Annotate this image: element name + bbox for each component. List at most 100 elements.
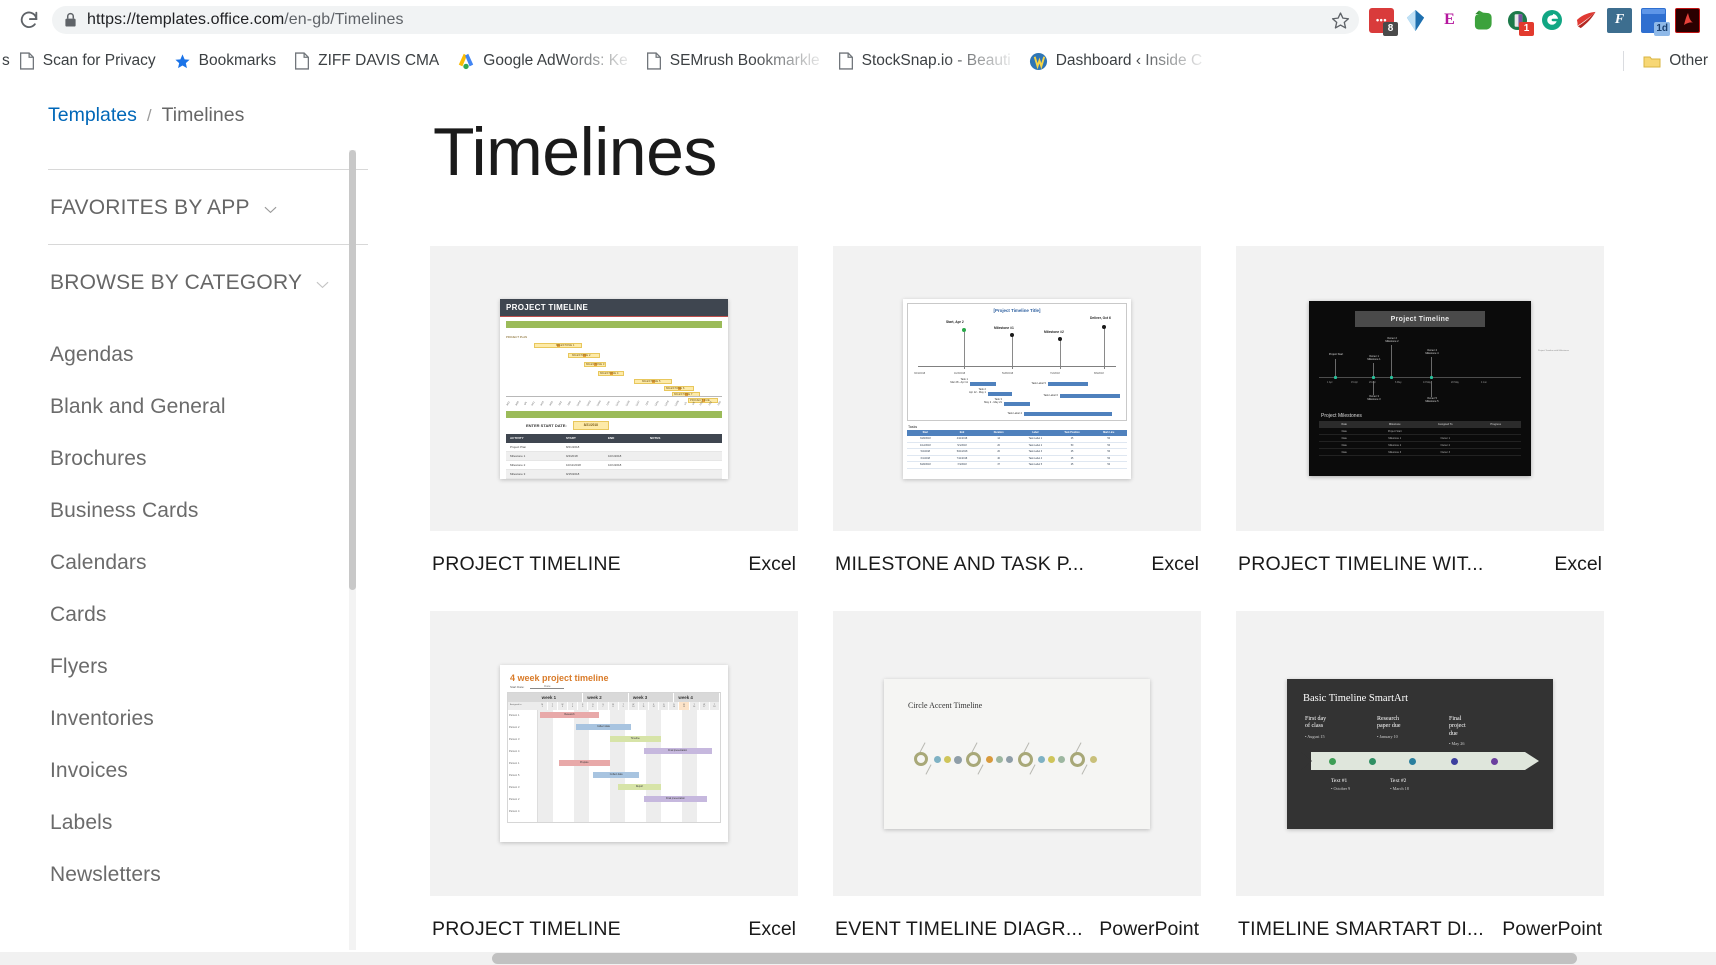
art-table-row: Date Milestone 3 Owner 3 [1319, 449, 1521, 456]
bookmark-other-folder[interactable]: Other [1634, 48, 1710, 74]
template-card-circle-accent-timeline[interactable]: Circle Accent Timeline EVENT TIMELINE DI… [833, 611, 1201, 941]
address-bar[interactable]: https://templates.office.com/en-gb/Timel… [52, 6, 1359, 34]
art-row-label: Person 3 [509, 737, 520, 741]
sidebar-item-agendas[interactable]: Agendas [48, 329, 430, 381]
card-title[interactable]: EVENT TIMELINE DIAGR... [835, 918, 1083, 941]
grammarly-extension-icon[interactable] [1539, 8, 1564, 33]
chevron-down-icon [264, 206, 277, 214]
bookmark-label: ZIFF DAVIS CMA [318, 52, 440, 69]
card-app-label: Excel [1151, 553, 1199, 575]
adwords-icon [459, 53, 474, 70]
bookmark-label: Scan for Privacy [42, 52, 156, 69]
template-card-project-timeline-dark[interactable]: Project Timeline Project Start Owner 1 Mi… [1236, 246, 1604, 576]
sidebar-item-calendars[interactable]: Calendars [48, 537, 430, 589]
adblock-extension-icon[interactable]: ••• 8 [1369, 7, 1398, 36]
bookmark-scan-for-privacy[interactable]: Scan for Privacy [10, 48, 165, 74]
art-date: 4/23/2018 [954, 371, 966, 375]
bookmark-bookmarks[interactable]: Bookmarks [165, 48, 286, 74]
art-title: Project Timeline [1355, 311, 1485, 327]
card-title[interactable]: PROJECT TIMELINE WIT... [1238, 553, 1484, 576]
template-card-basic-timeline-smartart[interactable]: Basic Timeline SmartArt First day of clas… [1236, 611, 1604, 941]
sidebar-favorites-by-app[interactable]: FAVORITES BY APP [48, 170, 430, 244]
e-extension-icon[interactable]: E [1437, 8, 1462, 33]
onenote-clipper-extension-icon[interactable]: 1 [1505, 8, 1534, 36]
art-axis [1319, 377, 1521, 378]
star-icon [175, 53, 190, 68]
art-marker-ms1 [1010, 332, 1014, 337]
bookmark-google-adwords[interactable]: Google AdWords: Ke [448, 48, 636, 74]
bookmark-ziff-davis-cma[interactable]: ZIFF DAVIS CMA [285, 48, 448, 74]
card-thumbnail[interactable]: Basic Timeline SmartArt First day of clas… [1236, 611, 1604, 896]
card-app-label: PowerPoint [1502, 918, 1602, 940]
art-node-label: Owner 1 Milestone 1 [1367, 355, 1381, 362]
art-row-label: Person 4 [509, 749, 520, 753]
art-task: Timeline [609, 735, 661, 742]
card-title[interactable]: TIMELINE SMARTART DI... [1238, 918, 1484, 941]
page-icon [646, 52, 661, 70]
template-card-four-week-project-timeline[interactable]: 4 week project timeline Start Date: Date… [430, 611, 798, 941]
art-row-label: Person 1 [509, 761, 520, 765]
f-extension-icon[interactable]: F [1607, 7, 1632, 33]
card-thumbnail[interactable]: Circle Accent Timeline [833, 611, 1201, 896]
art-subtitle: Project Milestones [1321, 413, 1362, 419]
sidebar-item-invoices[interactable]: Invoices [48, 745, 430, 797]
breadcrumb-templates-link[interactable]: Templates [48, 104, 137, 127]
bookmark-dashboard[interactable]: Dashboard ‹ Inside C [1020, 48, 1211, 75]
art-start-value: Date [530, 684, 565, 689]
acrobat-extension-icon[interactable] [1675, 7, 1700, 33]
art-date: 1 Apr [1327, 381, 1333, 384]
art-task-label: Task 3 May 2 - May 21 [984, 397, 1002, 404]
sidebar-item-brochures[interactable]: Brochures [48, 433, 430, 485]
page-icon [295, 52, 310, 70]
art-milestone-label: MILESTONE 4 [600, 371, 619, 376]
art-table-row: Milestone 1 9/4/2018 10/1/2018 [506, 451, 722, 461]
card-app-label: Excel [748, 918, 796, 940]
art-top-labels: First day of class • August 15 Research pa… [1287, 704, 1553, 747]
visio-extension-icon[interactable] [1403, 8, 1428, 33]
card-thumbnail[interactable]: [Project Timeline Title] Start, Apr 2 Mi… [833, 246, 1201, 531]
art-arrow [1301, 752, 1539, 770]
art-marker-start [962, 327, 966, 332]
art-table-header-row: Date Milestone Assigned To Progress [1319, 421, 1521, 428]
card-thumbnail[interactable]: 4 week project timeline Start Date: Date… [430, 611, 798, 896]
sidebar-item-labels[interactable]: Labels [48, 797, 430, 849]
evernote-extension-icon[interactable] [1471, 8, 1496, 33]
sidebar-item-business-cards[interactable]: Business Cards [48, 485, 430, 537]
art-week-header: week 1 week 2 week 3 week 4 [508, 693, 720, 702]
bluefolder-extension-icon[interactable]: 1d [1641, 7, 1670, 36]
card-title[interactable]: PROJECT TIMELINE [432, 918, 621, 941]
reload-button[interactable] [14, 5, 44, 35]
art-assignee-header: Assigned to [510, 704, 522, 706]
art-start-label: Start Date: [510, 685, 525, 689]
art-top-item: First day of class • August 15 [1305, 715, 1327, 739]
card-thumbnail[interactable]: Project Timeline Project Start Owner 1 Mi… [1236, 246, 1604, 531]
card-title[interactable]: MILESTONE AND TASK P... [835, 553, 1084, 576]
bookmark-star-icon[interactable] [1329, 9, 1351, 31]
template-card-milestone-and-task[interactable]: [Project Timeline Title] Start, Apr 2 Mi… [833, 246, 1201, 576]
bookmark-partial-label[interactable]: s [0, 52, 10, 70]
art-table: Date Milestone Assigned To Progress Date Pr… [1319, 421, 1521, 456]
page-scrollbar-thumb[interactable] [492, 953, 1577, 964]
art-week: week 3 [629, 693, 675, 702]
wordpress-icon [1029, 52, 1047, 70]
sidebar-scrollbar-thumb[interactable] [349, 150, 356, 590]
art-date: 5/28/2018 [1002, 371, 1014, 375]
extension-tray: ••• 8 E 1 F 1d [1369, 7, 1702, 36]
art-task: Final presentation [643, 795, 708, 802]
sidebar-item-inventories[interactable]: Inventories [48, 693, 430, 745]
sidebar-item-newsletters[interactable]: Newsletters [48, 849, 430, 901]
sidebar-browse-by-category[interactable]: BROWSE BY CATEGORY [48, 245, 430, 319]
bookmark-semrush[interactable]: SEMrush Bookmarkle [637, 48, 829, 74]
basic-timeline-smartart-art: Basic Timeline SmartArt First day of clas… [1287, 678, 1553, 829]
breadcrumb-separator: / [146, 106, 152, 125]
sidebar-item-cards[interactable]: Cards [48, 589, 430, 641]
sidebar-item-blank-and-general[interactable]: Blank and General [48, 381, 430, 433]
card-thumbnail[interactable]: PROJECT TIMELINE PROJECT PLAN MILESTONE … [430, 246, 798, 531]
template-card-project-timeline-green[interactable]: PROJECT TIMELINE PROJECT PLAN MILESTONE … [430, 246, 798, 576]
sidebar-item-flyers[interactable]: Flyers [48, 641, 430, 693]
bookmark-stocksnap[interactable]: StockSnap.io - Beauti [829, 48, 1020, 74]
pocket-extension-icon[interactable] [1573, 8, 1598, 33]
card-footer: MILESTONE AND TASK P... Excel [833, 531, 1201, 576]
art-row-label: Person 4 [509, 809, 520, 813]
card-title[interactable]: PROJECT TIMELINE [432, 553, 621, 576]
